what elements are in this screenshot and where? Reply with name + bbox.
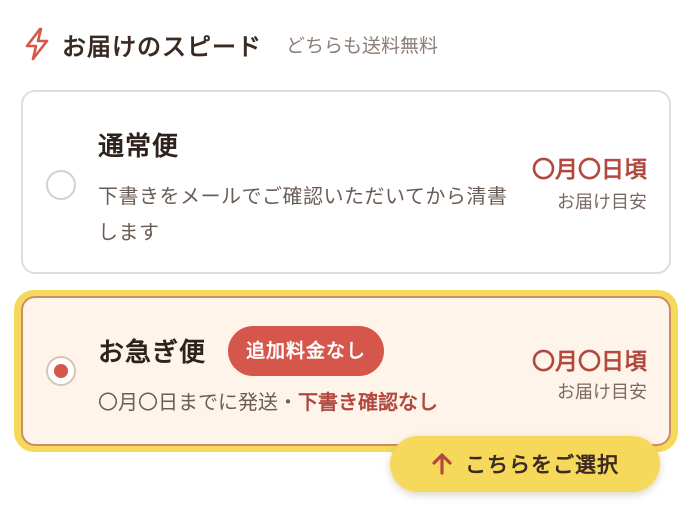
radio-selected-dot bbox=[54, 364, 68, 378]
arrow-up-icon bbox=[431, 452, 453, 476]
select-this-label: こちらをご選択 bbox=[465, 453, 619, 477]
no-draft-check-text: 下書き確認なし bbox=[298, 390, 438, 414]
lightning-bolt-icon bbox=[22, 27, 52, 61]
radio-normal[interactable] bbox=[46, 170, 76, 200]
option-title-normal: 通常便 bbox=[98, 132, 180, 162]
option-card-express[interactable]: お急ぎ便 追加料金なし 〇月〇日までに発送・下書き確認なし 〇月〇日頃 お届け目… bbox=[21, 296, 671, 446]
no-extra-fee-badge: 追加料金なし bbox=[228, 326, 385, 376]
section-subtitle: どちらも送料無料 bbox=[286, 34, 439, 57]
select-this-button[interactable]: こちらをご選択 bbox=[390, 436, 660, 492]
option-card-normal[interactable]: 通常便 下書きをメールでご確認いただいてから清書します 〇月〇日頃 お届け目安 bbox=[21, 90, 671, 274]
delivery-date-note-express: お届け目安 bbox=[557, 382, 647, 403]
radio-express[interactable] bbox=[46, 356, 76, 386]
delivery-date-express: 〇月〇日頃 bbox=[532, 349, 647, 375]
option-description-normal: 下書きをメールでご確認いただいてから清書します bbox=[98, 184, 508, 244]
option-description-express: 〇月〇日までに発送・下書き確認なし bbox=[98, 386, 438, 415]
delivery-date-normal: 〇月〇日頃 bbox=[532, 157, 647, 183]
section-header: お届けのスピード どちらも送料無料 bbox=[22, 26, 438, 62]
section-title: お届けのスピード bbox=[62, 32, 262, 61]
express-ship-by-text: 〇月〇日までに発送・ bbox=[98, 390, 298, 414]
option-title-express: お急ぎ便 bbox=[98, 338, 207, 368]
delivery-date-note-normal: お届け目安 bbox=[557, 192, 647, 213]
delivery-speed-section: お届けのスピード どちらも送料無料 通常便 下書きをメールでご確認いただいてから… bbox=[0, 0, 692, 512]
